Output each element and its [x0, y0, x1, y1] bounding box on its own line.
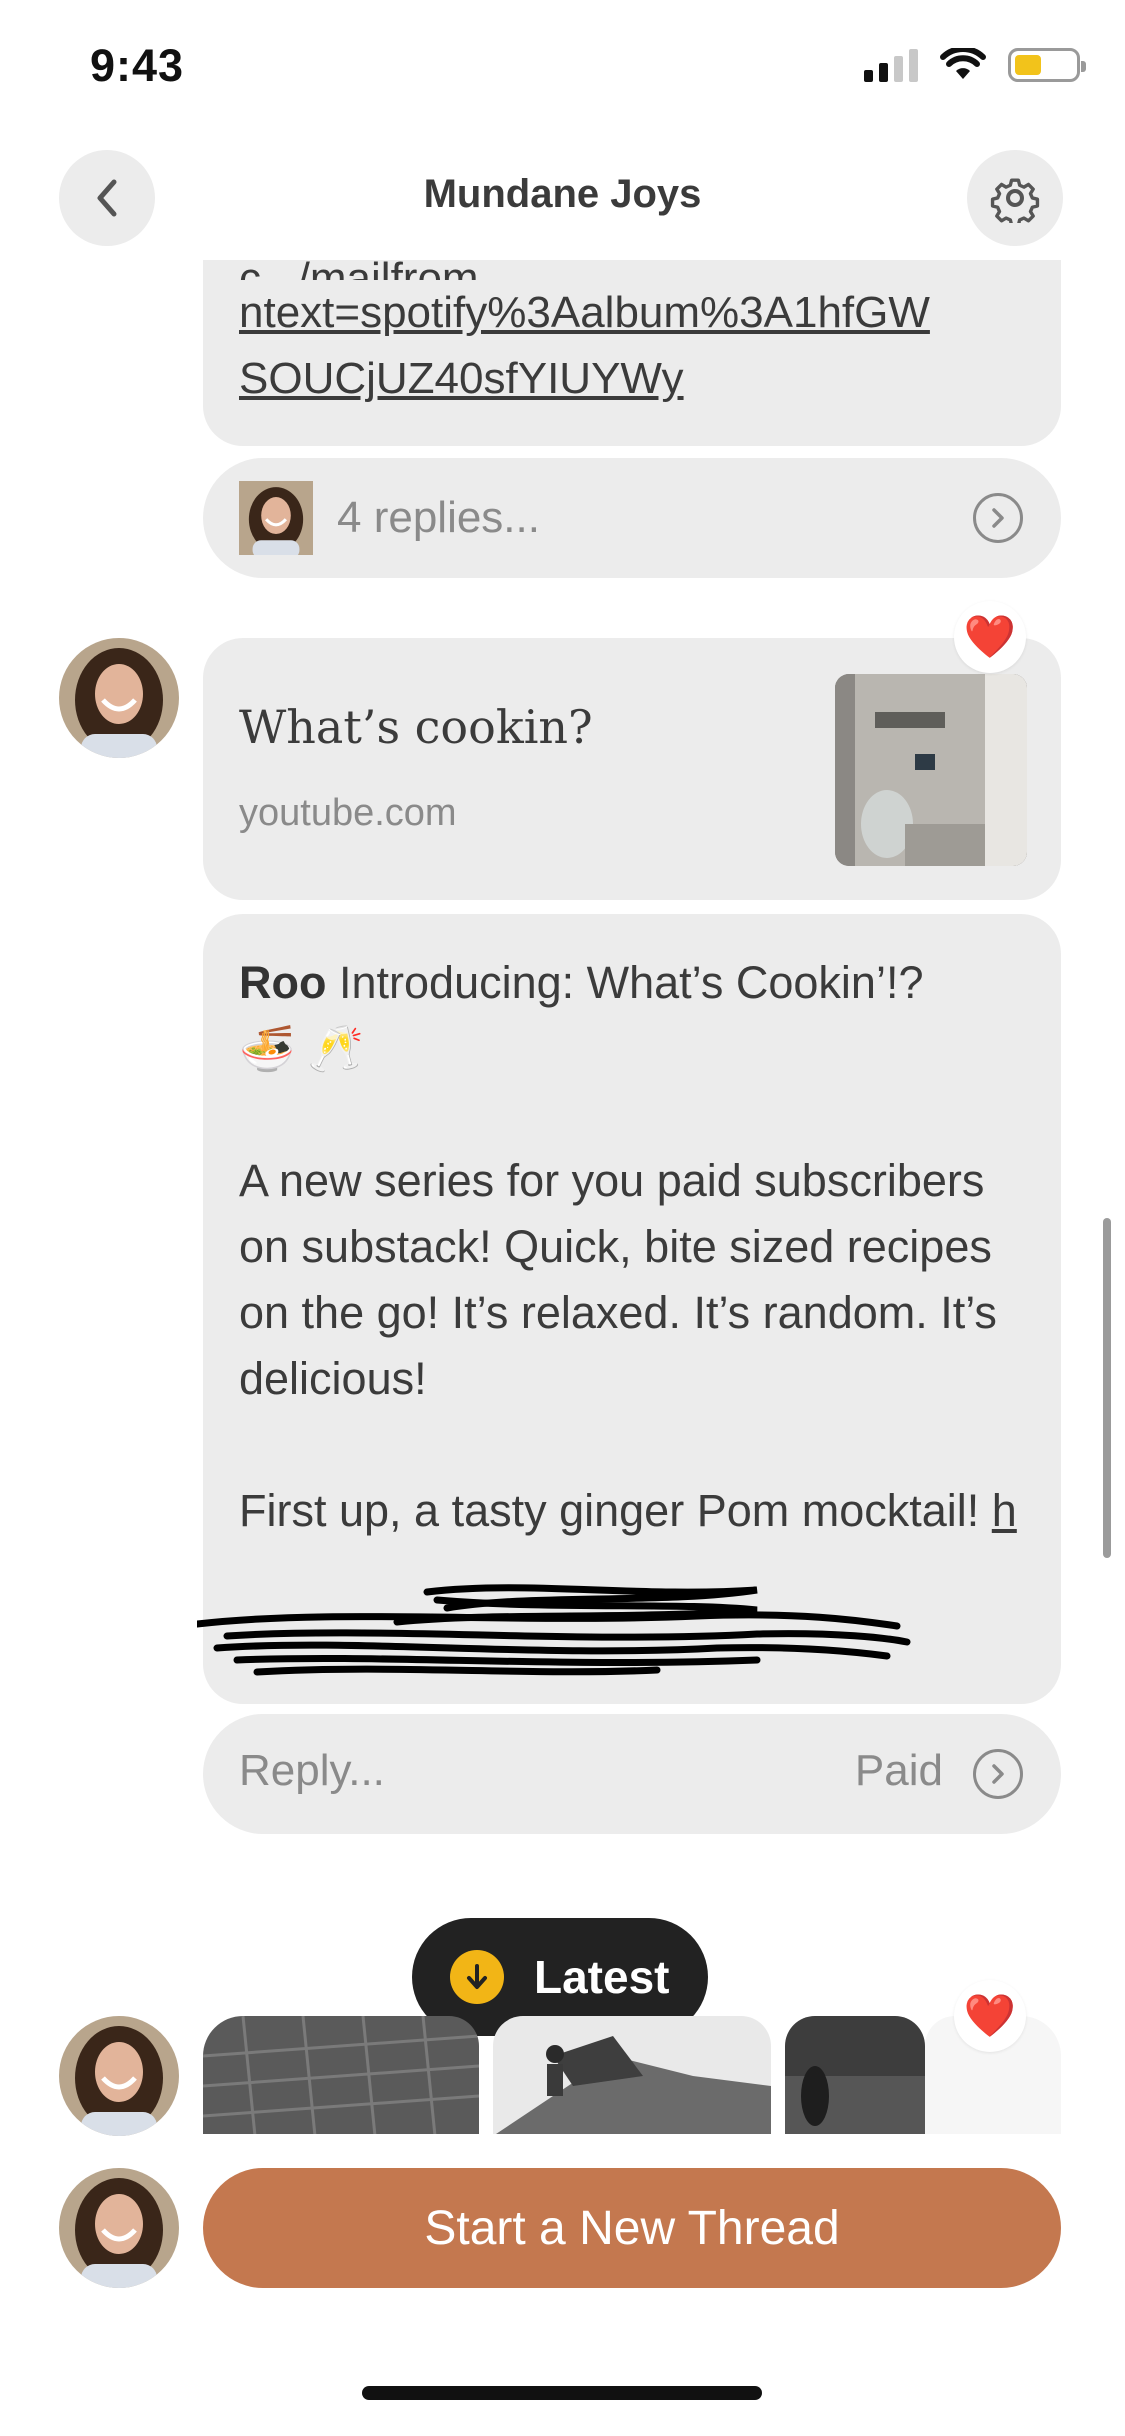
video-embed-card[interactable]: What’s cookin? youtube.com	[203, 638, 1061, 900]
replies-count: 4 replies...	[337, 493, 540, 542]
gallery-photo[interactable]	[785, 2016, 925, 2134]
post-description: A new series for you paid subscribers on…	[239, 1155, 997, 1404]
avatar	[239, 481, 313, 559]
page-title: Mundane Joys	[423, 172, 702, 216]
arrow-down-icon	[450, 1950, 504, 2004]
wifi-icon	[940, 48, 986, 79]
current-user-avatar	[59, 2168, 179, 2288]
start-new-thread-button[interactable]: Start a New Thread	[203, 2168, 1061, 2288]
gear-icon	[990, 178, 1040, 223]
post-body: Roo Introducing: What’s Cookin’!? 🍜 🥂 A …	[239, 950, 1029, 1544]
heart-reaction-icon[interactable]: ❤️	[954, 601, 1026, 673]
paid-badge: Paid	[854, 1746, 943, 1795]
heart-reaction-icon[interactable]: ❤️	[954, 1980, 1026, 2052]
photo-gallery[interactable]	[203, 2016, 1061, 2134]
post-intro: Introducing: What’s Cookin’!?	[339, 957, 924, 1008]
reply-input[interactable]: Reply... Paid	[203, 1714, 1061, 1834]
post-emojis: 🍜 🥂	[239, 1023, 364, 1074]
latest-label: Latest	[534, 1951, 670, 2003]
link-partial-line: c.../mailfrom...	[239, 260, 1029, 280]
post-message-card[interactable]: Roo Introducing: What’s Cookin’!? 🍜 🥂 A …	[197, 914, 1061, 1704]
gallery-photo[interactable]	[493, 2016, 771, 2134]
post-link[interactable]: h	[992, 1485, 1017, 1536]
home-indicator[interactable]	[362, 2386, 762, 2400]
embed-title: What’s cookin?	[239, 700, 593, 754]
link-line: ntext=spotify%3Aalbum%3A1hfGW	[239, 288, 930, 337]
status-icons	[864, 48, 1086, 82]
avatar[interactable]	[59, 638, 179, 758]
heart-emoji: ❤️	[963, 1992, 1017, 2039]
post-closing: First up, a tasty ginger Pom mocktail!	[239, 1485, 980, 1536]
spotify-link[interactable]: c.../mailfrom... ntext=spotify%3Aalbum%3…	[239, 260, 1029, 412]
reply-placeholder: Reply...	[239, 1746, 385, 1795]
link-line: SOUCjUZ40sfYIUYWy	[239, 354, 684, 403]
status-time: 9:43	[90, 40, 185, 91]
avatar[interactable]	[59, 2016, 179, 2136]
scrollbar[interactable]	[1103, 1218, 1111, 1558]
video-thumbnail[interactable]	[835, 674, 1027, 866]
embed-domain: youtube.com	[239, 792, 457, 834]
redaction-scribble	[197, 1584, 911, 1676]
heart-emoji: ❤️	[963, 613, 1017, 660]
battery-icon	[1008, 48, 1086, 82]
cellular-signal-icon	[864, 48, 918, 82]
post-author: Roo	[239, 957, 327, 1008]
chevron-right-circle-icon	[973, 493, 1023, 543]
link-message-card[interactable]: c.../mailfrom... ntext=spotify%3Aalbum%3…	[203, 260, 1061, 446]
replies-button[interactable]: 4 replies...	[203, 458, 1061, 578]
gallery-photo[interactable]	[203, 2016, 479, 2134]
settings-button[interactable]	[967, 150, 1063, 246]
chevron-right-circle-icon[interactable]	[973, 1749, 1023, 1799]
